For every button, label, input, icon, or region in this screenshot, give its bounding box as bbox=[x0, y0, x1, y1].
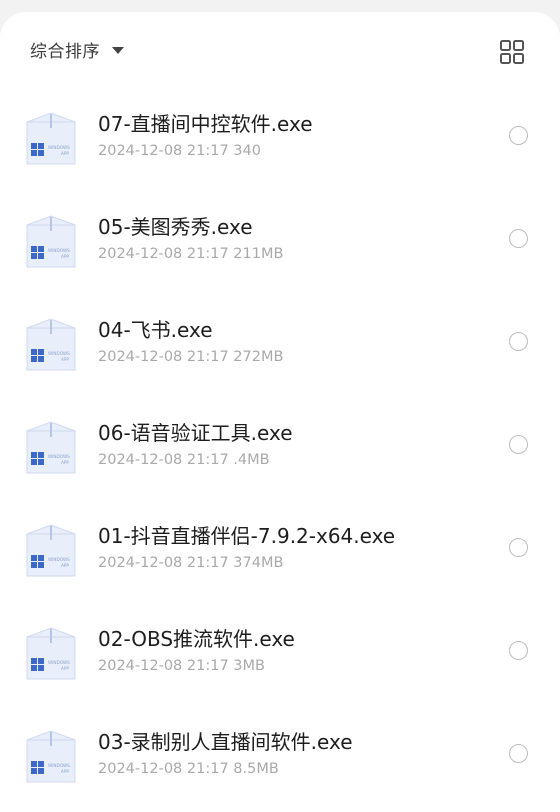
file-date: 2024-12-08 21:17 bbox=[98, 143, 229, 159]
file-row[interactable]: WINDOWS APP 01-抖音直播伴侣-7.9.2-x64.exe 2024… bbox=[0, 498, 560, 601]
sort-label: 综合排序 bbox=[30, 41, 100, 62]
svg-text:WINDOWS: WINDOWS bbox=[48, 351, 70, 356]
svg-text:WINDOWS: WINDOWS bbox=[48, 248, 70, 253]
file-row[interactable]: WINDOWS APP 04-飞书.exe 2024-12-08 21:17 2… bbox=[0, 292, 560, 395]
file-date: 2024-12-08 21:17 bbox=[98, 349, 229, 365]
file-name: 03-录制别人直播间软件.exe bbox=[98, 730, 353, 754]
svg-text:APP: APP bbox=[61, 666, 69, 671]
svg-text:APP: APP bbox=[61, 769, 69, 774]
file-size: 211MB bbox=[233, 246, 284, 262]
file-row[interactable]: WINDOWS APP 03-录制别人直播间软件.exe 2024-12-08 … bbox=[0, 704, 560, 807]
sort-dropdown[interactable]: 综合排序 bbox=[30, 36, 124, 62]
svg-text:APP: APP bbox=[61, 357, 69, 362]
windows-app-icon: WINDOWS APP bbox=[26, 112, 76, 165]
file-name: 01-抖音直播伴侣-7.9.2-x64.exe bbox=[98, 524, 396, 548]
svg-text:WINDOWS: WINDOWS bbox=[48, 145, 70, 150]
file-row[interactable]: WINDOWS APP 05-美图秀秀.exe 2024-12-08 21:17… bbox=[0, 189, 560, 292]
caret-down-icon bbox=[112, 46, 124, 54]
svg-text:APP: APP bbox=[61, 563, 69, 568]
file-meta: 2024-12-08 21:17 272MB bbox=[98, 349, 283, 365]
select-radio[interactable] bbox=[509, 744, 528, 763]
svg-text:WINDOWS: WINDOWS bbox=[48, 763, 70, 768]
windows-app-icon: WINDOWS APP bbox=[26, 421, 76, 474]
file-meta: 2024-12-08 21:17 3MB bbox=[98, 658, 265, 674]
file-list: WINDOWS APP 07-直播间中控软件.exe 2024-12-08 21… bbox=[0, 86, 560, 807]
svg-text:WINDOWS: WINDOWS bbox=[48, 557, 70, 562]
svg-text:APP: APP bbox=[61, 460, 69, 465]
select-radio[interactable] bbox=[509, 332, 528, 351]
file-meta: 2024-12-08 21:17 .4MB bbox=[98, 452, 270, 468]
file-size: 374MB bbox=[233, 555, 284, 571]
file-name: 06-语音验证工具.exe bbox=[98, 421, 293, 445]
svg-text:WINDOWS: WINDOWS bbox=[48, 454, 70, 459]
grid-view-icon[interactable] bbox=[499, 39, 525, 65]
file-row[interactable]: WINDOWS APP 02-OBS推流软件.exe 2024-12-08 21… bbox=[0, 601, 560, 704]
select-radio[interactable] bbox=[509, 229, 528, 248]
file-name: 05-美图秀秀.exe bbox=[98, 215, 253, 239]
windows-app-icon: WINDOWS APP bbox=[26, 318, 76, 371]
file-meta: 2024-12-08 21:17 374MB bbox=[98, 555, 283, 571]
windows-app-icon: WINDOWS APP bbox=[26, 524, 76, 577]
file-name: 02-OBS推流软件.exe bbox=[98, 627, 295, 651]
windows-app-icon: WINDOWS APP bbox=[26, 730, 76, 783]
windows-app-icon: WINDOWS APP bbox=[26, 627, 76, 680]
file-meta: 2024-12-08 21:17 8.5MB bbox=[98, 761, 279, 777]
file-date: 2024-12-08 21:17 bbox=[98, 761, 229, 777]
svg-text:APP: APP bbox=[61, 151, 69, 156]
select-radio[interactable] bbox=[509, 435, 528, 454]
file-size: 8.5MB bbox=[233, 761, 279, 777]
select-radio[interactable] bbox=[509, 538, 528, 557]
file-date: 2024-12-08 21:17 bbox=[98, 658, 229, 674]
file-size: 3MB bbox=[233, 658, 265, 674]
select-radio[interactable] bbox=[509, 126, 528, 145]
windows-app-icon: WINDOWS APP bbox=[26, 215, 76, 268]
toolbar: 综合排序 bbox=[0, 12, 560, 86]
file-name: 04-飞书.exe bbox=[98, 318, 213, 342]
svg-text:APP: APP bbox=[61, 254, 69, 259]
file-size: .4MB bbox=[233, 452, 270, 468]
file-date: 2024-12-08 21:17 bbox=[98, 555, 229, 571]
select-radio[interactable] bbox=[509, 641, 528, 660]
svg-text:WINDOWS: WINDOWS bbox=[48, 660, 70, 665]
file-meta: 2024-12-08 21:17 211MB bbox=[98, 246, 283, 262]
file-size: 340 bbox=[233, 143, 261, 159]
file-row[interactable]: WINDOWS APP 07-直播间中控软件.exe 2024-12-08 21… bbox=[0, 86, 560, 189]
file-meta: 2024-12-08 21:17 340 bbox=[98, 143, 261, 159]
file-date: 2024-12-08 21:17 bbox=[98, 246, 229, 262]
file-size: 272MB bbox=[233, 349, 284, 365]
file-row[interactable]: WINDOWS APP 06-语音验证工具.exe 2024-12-08 21:… bbox=[0, 395, 560, 498]
file-list-panel: 综合排序 WINDOWS APP 07-直播间中控软件.exe 2024-12-… bbox=[0, 12, 560, 812]
file-name: 07-直播间中控软件.exe bbox=[98, 112, 313, 136]
file-date: 2024-12-08 21:17 bbox=[98, 452, 229, 468]
